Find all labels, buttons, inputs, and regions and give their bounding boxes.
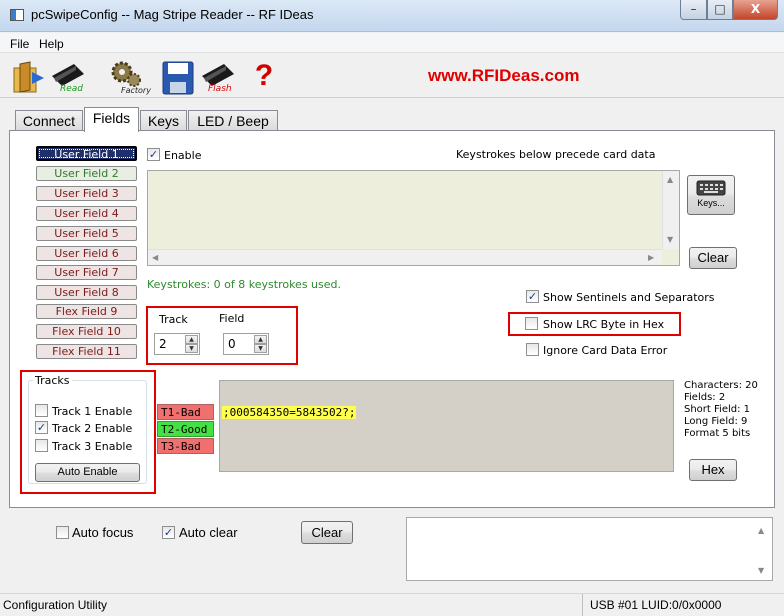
app-icon xyxy=(10,9,24,21)
field-button-user-3[interactable]: User Field 3 xyxy=(36,186,137,201)
open-icon xyxy=(13,61,44,93)
field-label: Field xyxy=(219,312,245,325)
show-lrc-label: Show LRC Byte in Hex xyxy=(543,318,665,331)
field-button-user-2[interactable]: User Field 2 xyxy=(36,166,137,181)
tab-keys[interactable]: Keys xyxy=(140,110,187,131)
field-down-icon[interactable]: ▼ xyxy=(254,344,267,353)
field-button-user-4[interactable]: User Field 4 xyxy=(36,206,137,221)
stat-short-field: Short Field: 1 xyxy=(684,404,751,415)
clear-keystrokes-button[interactable]: Clear xyxy=(689,247,737,269)
auto-enable-button[interactable]: Auto Enable xyxy=(35,463,140,482)
field-button-flex-9[interactable]: Flex Field 9 xyxy=(36,304,137,319)
read-label: Read xyxy=(60,84,84,94)
factory-button[interactable]: Factory xyxy=(106,58,151,96)
auto-clear-checkbox[interactable]: ✓ xyxy=(162,526,175,539)
keystrokes-status: Keystrokes: 0 of 8 keystrokes used. xyxy=(147,278,341,291)
read-button[interactable]: Read xyxy=(48,58,88,96)
field-up-icon[interactable]: ▲ xyxy=(254,335,267,344)
field-button-user-6[interactable]: User Field 6 xyxy=(36,246,137,261)
track-label: Track xyxy=(159,313,188,326)
stat-format: Format 5 bits xyxy=(684,428,751,439)
show-sentinels-label: Show Sentinels and Separators xyxy=(543,291,715,304)
scroll-up-icon[interactable]: ▲ xyxy=(667,175,673,184)
log-textarea[interactable]: ▲ ▼ xyxy=(406,517,773,581)
track-down-icon[interactable]: ▼ xyxy=(185,344,198,353)
stat-long-field: Long Field: 9 xyxy=(684,416,748,427)
hex-button[interactable]: Hex xyxy=(689,459,737,481)
enable-checkbox[interactable]: ✓ xyxy=(147,148,160,161)
status-right: USB #01 LUID:0/0x0000 xyxy=(590,598,722,612)
title-bar[interactable]: pcSwipeConfig -- Mag Stripe Reader -- RF… xyxy=(0,0,784,32)
field-button-user-5[interactable]: User Field 5 xyxy=(36,226,137,241)
card-data-text: ;000584350=5843502?; xyxy=(222,406,357,419)
field-button-user-1[interactable]: User Field 1 xyxy=(36,146,137,161)
track-1-label: Track 1 Enable xyxy=(52,405,133,418)
help-icon[interactable]: ? xyxy=(252,58,276,96)
keyboard-icon xyxy=(696,180,726,196)
ignore-error-label: Ignore Card Data Error xyxy=(543,344,668,357)
field-button-user-7[interactable]: User Field 7 xyxy=(36,265,137,280)
track-1-status: T1-Bad xyxy=(157,404,214,420)
enable-label: Enable xyxy=(164,149,202,162)
menu-bar: File Help xyxy=(0,33,784,53)
track-2-checkbox[interactable]: ✓ xyxy=(35,421,48,434)
tab-fields[interactable]: Fields xyxy=(84,107,139,132)
scroll-left-icon[interactable]: ◀ xyxy=(152,253,158,262)
window-title: pcSwipeConfig -- Mag Stripe Reader -- RF… xyxy=(31,7,314,22)
status-bar: Configuration Utility USB #01 LUID:0/0x0… xyxy=(0,593,784,616)
ignore-error-checkbox[interactable] xyxy=(526,343,539,356)
keystrokes-hint: Keystrokes below precede card data xyxy=(456,148,656,161)
keystrokes-horizontal-scrollbar[interactable]: ◀ ▶ xyxy=(148,249,662,265)
factory-label: Factory xyxy=(121,86,151,95)
field-value: 0 xyxy=(228,337,236,351)
scroll-right-icon[interactable]: ▶ xyxy=(648,253,654,262)
maximize-button[interactable]: □ xyxy=(707,0,733,20)
keys-button[interactable]: Keys... xyxy=(687,175,735,215)
flash-button[interactable]: Flash xyxy=(198,58,238,96)
save-button[interactable] xyxy=(160,58,200,96)
log-scroll-down-icon[interactable]: ▼ xyxy=(758,566,764,575)
tracks-legend: Tracks xyxy=(33,374,72,387)
auto-clear-label: Auto clear xyxy=(179,525,238,540)
status-divider xyxy=(582,594,583,616)
minimize-button[interactable]: – xyxy=(680,0,707,20)
menu-file[interactable]: File xyxy=(10,37,29,51)
keys-button-label: Keys... xyxy=(697,198,725,208)
tab-led-beep[interactable]: LED / Beep xyxy=(188,110,278,131)
clear-bottom-button[interactable]: Clear xyxy=(301,521,353,544)
field-button-flex-11[interactable]: Flex Field 11 xyxy=(36,344,137,359)
track-3-status: T3-Bad xyxy=(157,438,214,454)
show-lrc-checkbox[interactable] xyxy=(525,317,538,330)
field-button-flex-10[interactable]: Flex Field 10 xyxy=(36,324,137,339)
card-data-area[interactable] xyxy=(219,380,674,472)
track-3-checkbox[interactable] xyxy=(35,439,48,452)
website-link[interactable]: www.RFIDeas.com xyxy=(428,66,579,86)
log-scroll-up-icon[interactable]: ▲ xyxy=(758,526,764,535)
toolbar: Read Factory Flash ? www.RFIDeas.com xyxy=(0,54,784,98)
track-value: 2 xyxy=(159,337,167,351)
close-button[interactable]: X xyxy=(733,0,778,20)
stat-fields: Fields: 2 xyxy=(684,392,726,403)
auto-focus-checkbox[interactable] xyxy=(56,526,69,539)
track-2-label: Track 2 Enable xyxy=(52,422,133,435)
scroll-down-icon[interactable]: ▼ xyxy=(667,235,673,244)
stat-characters: Characters: 20 xyxy=(684,380,758,391)
track-3-label: Track 3 Enable xyxy=(52,440,133,453)
save-icon xyxy=(162,61,194,95)
track-2-status: T2-Good xyxy=(157,421,214,437)
open-button[interactable] xyxy=(10,58,50,96)
track-up-icon[interactable]: ▲ xyxy=(185,335,198,344)
tab-connect[interactable]: Connect xyxy=(15,110,83,131)
field-button-user-8[interactable]: User Field 8 xyxy=(36,285,137,300)
show-sentinels-checkbox[interactable]: ✓ xyxy=(526,290,539,303)
field-spinner[interactable]: 0 ▲ ▼ xyxy=(223,333,269,355)
auto-focus-label: Auto focus xyxy=(72,525,134,540)
track-spinner[interactable]: 2 ▲ ▼ xyxy=(154,333,200,355)
menu-help[interactable]: Help xyxy=(39,37,64,51)
keystrokes-vertical-scrollbar[interactable]: ▲ ▼ xyxy=(662,171,679,249)
status-left: Configuration Utility xyxy=(3,598,108,612)
track-1-checkbox[interactable] xyxy=(35,404,48,417)
flash-label: Flash xyxy=(208,84,232,94)
